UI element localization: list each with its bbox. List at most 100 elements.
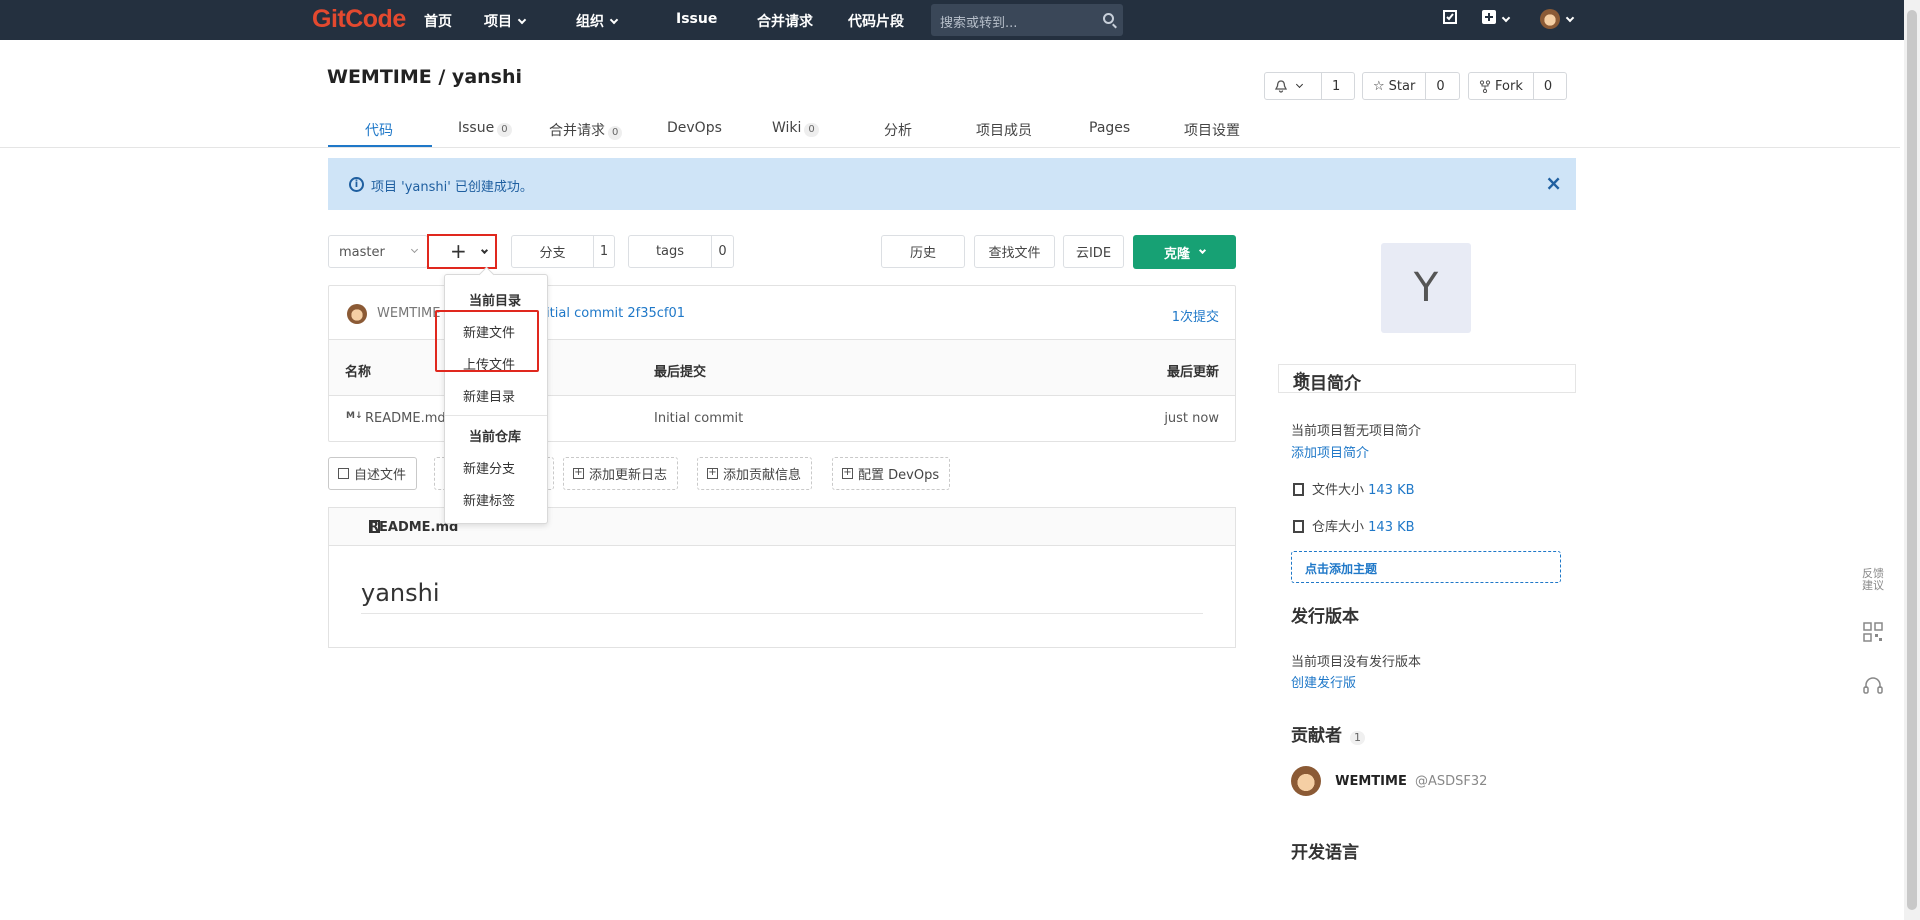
branches-count: 1 xyxy=(593,236,614,267)
fork-label: Fork xyxy=(1495,78,1523,94)
repo-size-label: 仓库大小 xyxy=(1312,520,1365,535)
tab-merge-requests-label: 合并请求 xyxy=(549,123,605,139)
watch-toggle[interactable] xyxy=(1265,73,1321,99)
col-last-update: 最后更新 xyxy=(1166,365,1219,380)
tab-pages[interactable]: Pages xyxy=(1089,120,1130,136)
search-input[interactable]: 搜索或转到... xyxy=(931,4,1123,36)
dropdown-section-directory: 当前目录 xyxy=(469,294,522,309)
file-size-value[interactable]: 143 KB xyxy=(1368,483,1414,498)
contributors-title-label: 贡献者 xyxy=(1291,726,1342,746)
star-icon: ☆ xyxy=(1373,78,1385,94)
file-size-row: 文件大小 143 KB xyxy=(1293,479,1415,498)
user-menu[interactable] xyxy=(1540,9,1575,33)
doc-icon xyxy=(338,468,349,479)
create-release-link[interactable]: 创建发行版 xyxy=(1291,672,1356,691)
menu-new-branch[interactable]: 新建分支 xyxy=(463,458,515,477)
add-contributing-button[interactable]: + 添加贡献信息 xyxy=(697,457,813,490)
commit-message[interactable]: Initial commit 2f35cf01 xyxy=(534,306,685,321)
tab-wiki-label: Wiki xyxy=(772,120,802,136)
no-releases-text: 当前项目没有发行版本 xyxy=(1291,655,1422,670)
nav-projects[interactable]: 项目 xyxy=(484,11,527,31)
contributor-item[interactable]: WEMTIME @ASDSF32 xyxy=(1291,766,1487,796)
cloud-ide-button[interactable]: 云IDE xyxy=(1063,235,1124,268)
tab-members[interactable]: 项目成员 xyxy=(976,120,1032,140)
fork-icon xyxy=(1479,79,1491,93)
scrollbar-thumb[interactable] xyxy=(1907,10,1917,910)
headset-icon[interactable] xyxy=(1858,675,1888,700)
star-toggle[interactable]: ☆ Star xyxy=(1363,73,1425,99)
chevron-down-icon xyxy=(1501,13,1511,23)
tab-code[interactable]: 代码 xyxy=(365,120,393,140)
repo-size-row: 仓库大小 143 KB xyxy=(1293,516,1415,535)
contributor-name[interactable]: WEMTIME xyxy=(1335,774,1407,789)
tags-button[interactable]: tags 0 xyxy=(628,235,734,268)
plus-icon: + xyxy=(450,239,467,263)
add-dropdown-button[interactable]: + xyxy=(427,234,497,269)
nav-groups-label: 组织 xyxy=(576,14,604,30)
repo-avatar: Y xyxy=(1381,243,1471,333)
fork-button[interactable]: Fork 0 xyxy=(1468,72,1567,100)
top-navbar: GitCode 首页 项目 组织 Issue 合并请求 代码片段 搜索或转到..… xyxy=(0,0,1920,40)
add-contributing-label: 添加贡献信息 xyxy=(723,468,802,483)
readme-heading: yanshi xyxy=(361,579,440,607)
nav-groups[interactable]: 组织 xyxy=(576,11,619,31)
add-changelog-button[interactable]: + 添加更新日志 xyxy=(563,457,679,490)
menu-new-tag[interactable]: 新建标签 xyxy=(463,490,515,509)
nav-snippets[interactable]: 代码片段 xyxy=(848,11,904,31)
commit-count[interactable]: 1次提交 xyxy=(1172,306,1219,325)
plus-square-icon: + xyxy=(573,467,584,479)
branches-button[interactable]: 分支 1 xyxy=(511,235,615,268)
history-button[interactable]: 历史 xyxy=(881,235,965,268)
markdown-icon: M↓ xyxy=(346,411,363,421)
contributor-avatar[interactable] xyxy=(1291,766,1321,796)
repo-title[interactable]: WEMTIME / yanshi xyxy=(327,66,522,88)
readme-button[interactable]: 自述文件 xyxy=(328,457,418,490)
chevron-down-icon xyxy=(1295,80,1304,88)
tab-merge-requests[interactable]: 合并请求 0 xyxy=(549,120,623,140)
readme-panel: README.md yanshi xyxy=(328,507,1236,648)
search-icon xyxy=(1103,13,1114,24)
create-new-menu[interactable] xyxy=(1482,10,1511,28)
commit-author[interactable]: WEMTIME xyxy=(377,306,441,321)
add-changelog-label: 添加更新日志 xyxy=(589,468,668,483)
nav-home[interactable]: 首页 xyxy=(424,11,452,31)
contributors-count: 1 xyxy=(1350,731,1365,745)
qrcode-icon[interactable] xyxy=(1858,622,1888,645)
chevron-down-icon xyxy=(410,245,419,254)
user-avatar xyxy=(1540,9,1560,29)
tab-wiki[interactable]: Wiki 0 xyxy=(772,120,819,137)
plus-square-icon: + xyxy=(842,467,853,479)
nav-issue[interactable]: Issue xyxy=(676,11,717,27)
file-commit[interactable]: Initial commit xyxy=(654,411,743,426)
watch-button[interactable]: 1 xyxy=(1264,72,1355,100)
gitcode-logo[interactable]: GitCode xyxy=(312,5,406,34)
star-button[interactable]: ☆ Star 0 xyxy=(1362,72,1460,100)
contributor-handle: @ASDSF32 xyxy=(1414,773,1488,789)
readme-button-label: 自述文件 xyxy=(354,468,407,483)
tab-issue[interactable]: Issue 0 xyxy=(458,120,512,137)
add-description-link[interactable]: 添加项目简介 xyxy=(1291,442,1369,461)
add-topic-button[interactable]: 点击添加主题 xyxy=(1291,551,1561,583)
commit-author-avatar[interactable] xyxy=(347,304,367,324)
tags-label: tags xyxy=(655,244,685,259)
chevron-down-icon xyxy=(517,15,527,25)
tab-analytics[interactable]: 分析 xyxy=(884,120,912,140)
tab-issue-label: Issue xyxy=(458,120,495,136)
close-icon[interactable]: × xyxy=(1545,171,1562,195)
feedback-button[interactable]: 反馈建议 xyxy=(1858,568,1888,592)
repo-size-value[interactable]: 143 KB xyxy=(1368,520,1414,535)
branch-select[interactable]: master xyxy=(328,235,428,268)
todo-icon[interactable] xyxy=(1443,10,1457,28)
tab-settings[interactable]: 项目设置 xyxy=(1184,120,1240,140)
nav-merge-requests[interactable]: 合并请求 xyxy=(757,11,813,31)
find-file-button[interactable]: 查找文件 xyxy=(974,235,1055,268)
file-size-label: 文件大小 xyxy=(1312,483,1365,498)
menu-new-directory[interactable]: 新建目录 xyxy=(463,386,515,405)
tab-devops[interactable]: DevOps xyxy=(667,120,722,136)
fork-toggle[interactable]: Fork xyxy=(1469,73,1533,99)
page-scrollbar[interactable] xyxy=(1904,0,1920,920)
setup-devops-button[interactable]: + 配置 DevOps xyxy=(832,457,951,490)
gear-icon[interactable]: ⚙ xyxy=(1293,369,1555,389)
clone-button[interactable]: 克隆 xyxy=(1133,235,1236,269)
file-name[interactable]: README.md xyxy=(365,411,446,426)
